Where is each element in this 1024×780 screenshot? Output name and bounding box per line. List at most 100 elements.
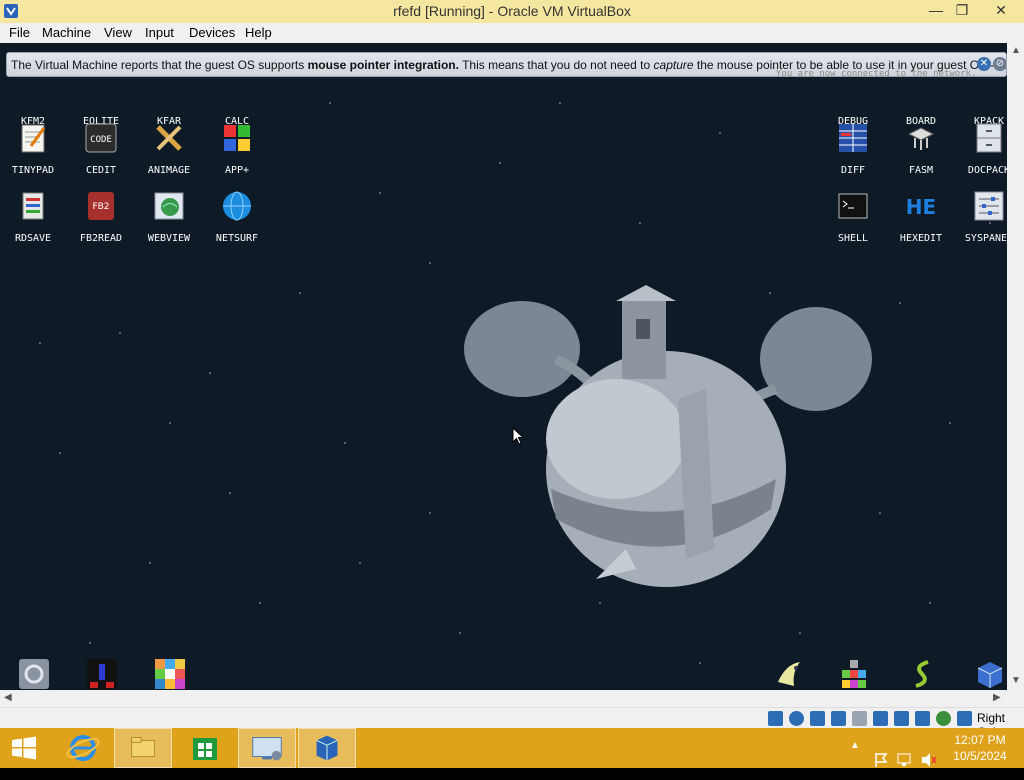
mouse-integration-icon[interactable]	[957, 711, 972, 726]
desktop-icon-netsurf[interactable]: NETSURF	[202, 190, 272, 244]
cube-icon	[224, 125, 250, 151]
blocks-game-icon[interactable]	[838, 658, 870, 690]
desktop-icon-cedit[interactable]: CODE CEDIT	[66, 122, 136, 176]
notification-text-bold: mouse pointer integration.	[307, 58, 459, 72]
hard-disk-icon[interactable]	[768, 711, 783, 726]
desktop-icon-animage[interactable]: ANIMAGE	[134, 122, 204, 176]
desktop-icon-kfm2[interactable]: KFM2	[0, 78, 68, 127]
calc-icon	[221, 78, 253, 110]
cube-3d-icon[interactable]	[974, 658, 1006, 690]
ram-disk-icon	[22, 192, 44, 220]
scroll-down-icon[interactable]: ▼	[1011, 675, 1021, 686]
remote-desktop-icon[interactable]	[238, 728, 296, 768]
desktop-icon-label: APP+	[224, 165, 250, 176]
mouse-cursor-icon	[512, 427, 524, 445]
desktop-icon-tinypad[interactable]: TINYPAD	[0, 122, 68, 176]
clock-date: 10/5/2024	[953, 749, 1007, 763]
windows-taskbar: ▲ 12:07 PM 10/5/2024	[0, 728, 1024, 768]
audio-icon[interactable]	[810, 711, 825, 726]
desktop-icon-syspanel[interactable]: SYSPANEL	[954, 190, 1007, 244]
globe-icon	[223, 191, 251, 221]
fb2read-icon-text: FB2	[92, 202, 109, 212]
bird-icon[interactable]	[774, 658, 806, 690]
restore-button[interactable]: ❐	[947, 0, 977, 23]
palette-icon[interactable]	[154, 658, 186, 690]
windows-start-icon[interactable]	[0, 728, 48, 768]
menu-file[interactable]: File	[9, 25, 30, 40]
cpu-activity-icon[interactable]	[936, 711, 951, 726]
shared-folders-icon[interactable]	[873, 711, 888, 726]
menu-devices[interactable]: Devices	[189, 25, 235, 40]
guest-display[interactable]: The Virtual Machine reports that the gue…	[0, 43, 1007, 690]
scroll-right-icon[interactable]: ▶	[993, 692, 1001, 703]
action-center-flag-icon[interactable]	[872, 740, 890, 780]
video-capture-icon[interactable]	[915, 711, 930, 726]
vertical-scrollbar[interactable]: ▲ ▼	[1007, 43, 1024, 690]
desktop-icon-diff[interactable]: DIFF	[818, 122, 888, 176]
desktop-icon-label: SHELL	[837, 233, 869, 244]
desktop-icon-label: DOCPACK	[967, 165, 1007, 176]
desktop-icon-kpack[interactable]: KPACK	[954, 78, 1007, 127]
desktop-icon-shell[interactable]: SHELL	[818, 190, 888, 244]
desktop-icon-eolite[interactable]: EOLITE	[66, 78, 136, 127]
display-icon[interactable]	[894, 711, 909, 726]
desktop-icon-webview[interactable]: WEBVIEW	[134, 190, 204, 244]
horizontal-scrollbar[interactable]: ◀ ▶	[0, 690, 1024, 707]
taskbar-clock[interactable]: 12:07 PM 10/5/2024	[940, 732, 1020, 764]
file-explorer-icon[interactable]	[114, 728, 172, 768]
desktop-icon-label: DIFF	[840, 165, 866, 176]
snake-game-icon[interactable]	[906, 658, 938, 690]
dismiss-notification-icon[interactable]: ✕	[977, 57, 991, 71]
close-button[interactable]: ✕	[983, 0, 1019, 23]
scrollbar-corner	[1007, 690, 1024, 707]
network-tray-icon[interactable]	[896, 740, 916, 780]
menu-help[interactable]: Help	[245, 25, 272, 40]
desktop-icon-label: FASM	[908, 165, 934, 176]
desktop-icon-label: TINYPAD	[11, 165, 55, 176]
notification-text-italic: capture	[653, 58, 694, 72]
desktop-icon-label: HEXEDIT	[899, 233, 943, 244]
desktop-icon-fb2read[interactable]: FB2 FB2READ	[66, 190, 136, 244]
sliders-icon	[974, 191, 1004, 221]
launcher-icon[interactable]	[18, 658, 50, 690]
store-icon[interactable]	[176, 728, 234, 768]
kfar-icon	[153, 78, 185, 110]
menu-view[interactable]: View	[104, 25, 132, 40]
menubar: File Machine View Input Devices Help	[0, 23, 1024, 43]
show-hidden-icons-icon[interactable]: ▲	[850, 740, 860, 780]
book-icon: FB2	[88, 192, 114, 220]
desktop-icon-label: RDSAVE	[14, 233, 52, 244]
desktop-icon-kfar[interactable]: KFAR	[134, 78, 204, 127]
optical-drive-icon[interactable]	[789, 711, 804, 726]
scroll-left-icon[interactable]: ◀	[4, 692, 12, 703]
web-page-icon	[154, 192, 184, 220]
chip-icon	[907, 127, 935, 150]
mute-notification-icon[interactable]: ⊘	[993, 57, 1006, 71]
scroll-up-icon[interactable]: ▲	[1011, 45, 1021, 56]
desktop-icon-label: WEBVIEW	[147, 233, 191, 244]
usb-icon[interactable]	[852, 711, 867, 726]
cedit-icon-text: CODE	[90, 135, 112, 145]
network-icon[interactable]	[831, 711, 846, 726]
tasks-icon[interactable]	[86, 658, 118, 690]
kpack-icon	[973, 78, 1005, 110]
virtualbox-taskbar-icon[interactable]	[298, 728, 356, 768]
internet-explorer-icon[interactable]	[54, 728, 112, 768]
hexedit-icon-text: HE	[906, 195, 936, 219]
desktop-icon-fasm[interactable]: FASM	[886, 122, 956, 176]
desktop-icon-calc[interactable]: CALC	[202, 78, 272, 127]
volume-muted-icon[interactable]	[920, 740, 938, 780]
code-editor-icon: CODE	[85, 123, 117, 153]
kfm2-icon	[17, 78, 49, 110]
desktop-icon-rdsave[interactable]: RDSAVE	[0, 190, 68, 244]
desktop-icon-docpack[interactable]: DOCPACK	[954, 122, 1007, 176]
window-title: rfefd [Running] - Oracle VM VirtualBox	[393, 3, 631, 19]
desktop-icon-app-plus[interactable]: APP+	[202, 122, 272, 176]
desktop-icon-hexedit[interactable]: HE HEXEDIT	[886, 190, 956, 244]
menu-input[interactable]: Input	[145, 25, 174, 40]
board-icon	[905, 78, 937, 110]
clock-time: 12:07 PM	[954, 733, 1006, 747]
desktop-icon-debug[interactable]: DEBUG	[818, 78, 888, 127]
menu-machine[interactable]: Machine	[42, 25, 91, 40]
desktop-icon-board[interactable]: BOARD	[886, 78, 956, 127]
